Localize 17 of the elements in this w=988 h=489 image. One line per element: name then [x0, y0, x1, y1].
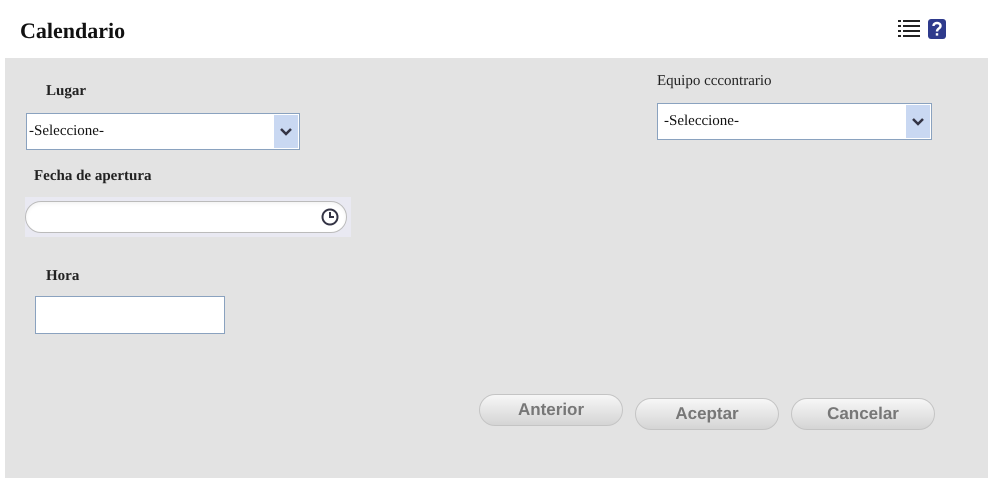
clock-icon[interactable] [320, 207, 340, 227]
chevron-down-icon [274, 114, 298, 148]
select-field[interactable]: -Seleccione- [26, 112, 300, 150]
field-label: Equipo cccontrario [657, 72, 773, 91]
date-field[interactable] [25, 201, 347, 233]
chevron-down-icon [906, 104, 930, 138]
help-icon[interactable] [928, 19, 946, 39]
form-button[interactable]: Cancelar [791, 398, 935, 430]
form-button[interactable]: Aceptar [635, 398, 779, 430]
form-button[interactable]: Anterior [479, 394, 623, 426]
field-label: Fecha de apertura [34, 166, 152, 186]
field-label: Hora [46, 267, 80, 286]
field-label: Lugar [46, 82, 88, 101]
list-icon[interactable] [898, 19, 920, 39]
page-title: Calendario [20, 16, 126, 44]
select-field[interactable]: -Seleccione- [657, 102, 932, 140]
input-field[interactable] [35, 296, 225, 334]
